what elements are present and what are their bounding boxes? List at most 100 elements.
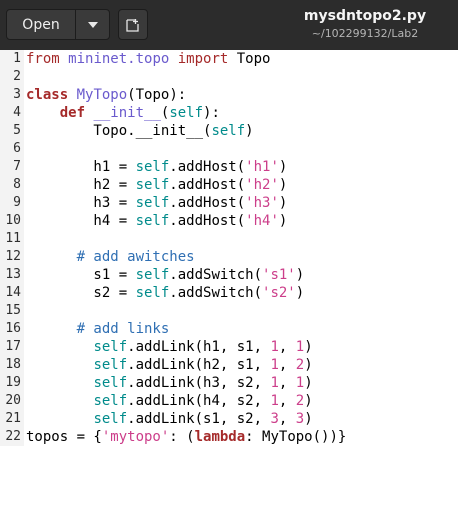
code-token: self <box>135 195 170 211</box>
line-number: 19 <box>5 375 21 390</box>
code-text: class MyTopo(Topo): <box>26 86 186 104</box>
code-text: # add awitches <box>26 248 195 266</box>
code-line[interactable]: 16 # add links <box>0 320 458 338</box>
code-line[interactable]: 9 h3 = self.addHost('h3') <box>0 194 458 212</box>
code-token: ) <box>304 411 313 427</box>
code-line[interactable]: 20 self.addLink(h4, s2, 1, 2) <box>0 392 458 410</box>
code-line[interactable]: 1 from mininet.topo import Topo <box>0 50 458 68</box>
line-number: 21 <box>5 411 21 426</box>
header-bar: Open mysdntopo2.py ~/102299132/Lab2 <box>0 0 458 50</box>
code-token: ) <box>295 285 305 301</box>
code-token: self <box>93 357 128 373</box>
window-subtitle-path: ~/102299132/Lab2 <box>311 27 419 40</box>
open-menu-dropdown[interactable] <box>76 21 109 28</box>
code-line[interactable]: 7 h1 = self.addHost('h1') <box>0 158 458 176</box>
code-text: from mininet.topo import Topo <box>26 50 270 68</box>
code-line[interactable]: 2 <box>0 68 458 86</box>
code-token: self <box>135 213 170 229</box>
line-number: 4 <box>13 105 21 120</box>
code-line[interactable]: 12 # add awitches <box>0 248 458 266</box>
code-line[interactable]: 13 s1 = self.addSwitch('s1') <box>0 266 458 284</box>
open-button[interactable]: Open <box>6 9 110 40</box>
code-token: import <box>177 51 229 67</box>
code-token: , <box>278 411 296 427</box>
code-token: , <box>278 357 296 373</box>
line-number: 9 <box>13 195 21 210</box>
code-token: Topo <box>228 51 271 67</box>
line-number: 15 <box>5 303 21 318</box>
code-token: __init__ <box>93 105 161 121</box>
code-token: ) <box>278 213 288 229</box>
code-line[interactable]: 8 h2 = self.addHost('h2') <box>0 176 458 194</box>
code-token: , <box>278 375 296 391</box>
code-token: 1 <box>270 357 279 373</box>
line-number: 13 <box>5 267 21 282</box>
code-token: ) <box>304 339 313 355</box>
line-number: 14 <box>5 285 21 300</box>
code-token: self <box>93 375 128 391</box>
code-token: self <box>135 159 170 175</box>
code-token: h2 = <box>26 177 136 193</box>
code-line[interactable]: 17 self.addLink(h1, s1, 1, 1) <box>0 338 458 356</box>
code-token: 1 <box>270 339 279 355</box>
code-token: h1 = <box>26 159 136 175</box>
line-number: 20 <box>5 393 21 408</box>
code-text: h2 = self.addHost('h2') <box>26 176 287 194</box>
code-token: ) <box>278 195 288 211</box>
code-token: .addHost( <box>169 177 246 193</box>
code-token: .addHost( <box>169 213 246 229</box>
new-document-icon <box>126 18 139 32</box>
code-token: ) <box>245 123 254 139</box>
code-token: h3 = <box>26 195 136 211</box>
code-token: from <box>26 51 69 67</box>
code-token: Topo.__init__( <box>26 123 212 139</box>
code-line[interactable]: 4 def __init__(self): <box>0 104 458 122</box>
code-line[interactable]: 15 <box>0 302 458 320</box>
code-token: 2 <box>295 393 305 409</box>
code-token: , <box>278 339 296 355</box>
code-token: 's2' <box>262 285 296 301</box>
code-token: MyTopo <box>76 87 128 103</box>
code-line[interactable]: 6 <box>0 140 458 158</box>
code-token: 'h2' <box>245 177 279 193</box>
code-token: h4 = <box>26 213 136 229</box>
code-editor[interactable]: 1 from mininet.topo import Topo 2 3 class My… <box>0 50 458 521</box>
code-line[interactable]: 22 topos = {'mytopo': (lambda: MyTopo())} <box>0 428 458 446</box>
code-token: 'h1' <box>245 159 279 175</box>
line-number: 22 <box>5 429 21 444</box>
code-token: ) <box>304 357 313 373</box>
code-line[interactable]: 10 h4 = self.addHost('h4') <box>0 212 458 230</box>
code-token: .addLink(s1, s2, <box>127 411 271 427</box>
code-line[interactable]: 14 s2 = self.addSwitch('s2') <box>0 284 458 302</box>
chevron-down-icon <box>87 21 98 28</box>
line-number: 16 <box>5 321 21 336</box>
code-token: # add links <box>76 321 170 337</box>
code-text: # add links <box>26 320 170 338</box>
code-token: 1 <box>270 375 279 391</box>
code-line[interactable]: 11 <box>0 230 458 248</box>
new-document-button[interactable] <box>118 9 148 40</box>
code-line[interactable]: 21 self.addLink(s1, s2, 3, 3) <box>0 410 458 428</box>
code-token: .addLink(h3, s2, <box>127 375 271 391</box>
code-token: topos = { <box>26 429 102 445</box>
code-token: self <box>135 177 170 193</box>
code-line[interactable]: 18 self.addLink(h2, s1, 1, 2) <box>0 356 458 374</box>
code-text: h4 = self.addHost('h4') <box>26 212 287 230</box>
line-number: 7 <box>13 159 21 174</box>
code-text: s1 = self.addSwitch('s1') <box>26 266 304 284</box>
code-text: self.addLink(h4, s2, 1, 2) <box>26 392 313 410</box>
code-token: .addSwitch( <box>169 267 263 283</box>
code-token: 'h4' <box>245 213 279 229</box>
code-line[interactable]: 3 class MyTopo(Topo): <box>0 86 458 104</box>
code-token: 3 <box>295 411 305 427</box>
code-line[interactable]: 5 Topo.__init__(self) <box>0 122 458 140</box>
line-number: 5 <box>13 123 21 138</box>
code-token: self <box>135 285 170 301</box>
code-line[interactable]: 19 self.addLink(h3, s2, 1, 1) <box>0 374 458 392</box>
code-token: ) <box>304 393 313 409</box>
